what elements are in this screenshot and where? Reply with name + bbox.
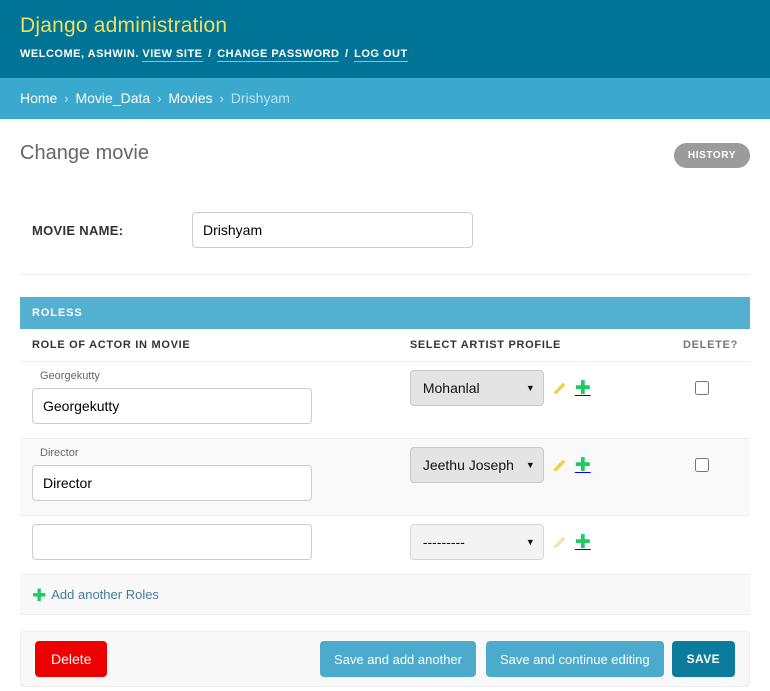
pencil-icon[interactable]: [552, 458, 567, 473]
view-site-link[interactable]: VIEW SITE: [142, 48, 203, 62]
column-header-artist: SELECT ARTIST PROFILE: [397, 329, 647, 362]
log-out-link[interactable]: LOG OUT: [354, 48, 408, 62]
inline-table: ROLE OF ACTOR IN MOVIE SELECT ARTIST PRO…: [20, 329, 750, 575]
plus-icon: ✚: [32, 586, 47, 606]
movie-name-input[interactable]: [192, 212, 473, 248]
delete-checkbox[interactable]: [694, 381, 709, 396]
branding: Django administration: [20, 13, 750, 39]
cell-delete: [646, 361, 750, 439]
delete-checkbox-wrap: [659, 362, 738, 396]
welcome-text: WELCOME,: [20, 48, 85, 60]
artist-controls: Mohanlal ▼ ✚: [409, 370, 635, 406]
delete-button[interactable]: Delete: [35, 641, 108, 677]
column-header-delete: DELETE?: [646, 329, 750, 362]
add-another-roles-label: Add another Roles: [51, 587, 159, 602]
artist-controls: --------- ▼ ✚: [409, 524, 635, 560]
chevron-down-icon: ▼: [525, 460, 535, 470]
cell-delete: [646, 515, 750, 575]
movie-name-label: MOVIE NAME:: [32, 222, 124, 238]
save-and-continue-button[interactable]: Save and continue editing: [485, 641, 664, 677]
artist-select[interactable]: Jeethu Joseph ▼: [409, 447, 544, 483]
link-separator-2: /: [344, 48, 349, 60]
change-password-link[interactable]: CHANGE PASSWORD: [217, 48, 340, 62]
save-button[interactable]: SAVE: [671, 641, 735, 677]
plus-glyph: ✚: [574, 454, 591, 476]
plus-glyph: ✚: [574, 531, 591, 553]
cell-delete: [646, 438, 750, 516]
role-input[interactable]: [32, 524, 312, 560]
plus-glyph: ✚: [574, 377, 591, 399]
table-row: Director Jeethu Joseph ▼: [20, 438, 750, 516]
username-label: ASHWIN: [87, 48, 136, 60]
artist-select[interactable]: Mohanlal ▼: [409, 370, 544, 406]
add-row-container: ✚ Add another Roles: [20, 575, 750, 615]
inline-group-heading: ROLESS: [20, 297, 750, 329]
user-tools: WELCOME, ASHWIN. VIEW SITE / CHANGE PASS…: [20, 47, 750, 62]
inline-table-head: ROLE OF ACTOR IN MOVIE SELECT ARTIST PRO…: [20, 329, 750, 362]
save-and-add-another-button[interactable]: Save and add another: [320, 641, 476, 677]
table-row: --------- ▼ ✚: [20, 515, 750, 575]
artist-controls: Jeethu Joseph ▼ ✚: [409, 447, 635, 483]
delete-checkbox[interactable]: [694, 458, 709, 473]
chevron-down-icon: ▼: [525, 537, 535, 547]
cell-role: Director: [20, 438, 398, 516]
column-header-role: ROLE OF ACTOR IN MOVIE: [20, 329, 398, 362]
artist-select[interactable]: --------- ▼: [409, 524, 544, 560]
username-period: .: [135, 48, 139, 60]
row-spacer: [695, 371, 738, 379]
submit-row: Delete Save and add another Save and con…: [20, 631, 750, 687]
artist-select-value: ---------: [422, 534, 465, 550]
breadcrumb-separator: ›: [64, 91, 69, 106]
cell-artist: Jeethu Joseph ▼ ✚: [397, 438, 647, 516]
cell-artist: Mohanlal ▼ ✚: [397, 361, 647, 439]
row-original-label: Director: [40, 447, 79, 459]
row-spacer: [410, 362, 635, 370]
form-row-movie-name: MOVIE NAME:: [20, 198, 750, 275]
pencil-icon[interactable]: [552, 381, 567, 396]
link-separator-1: /: [208, 48, 212, 60]
content-area: Change movie HISTORY MOVIE NAME: ROLESS …: [0, 119, 770, 687]
breadcrumb-item-movies[interactable]: Movies: [168, 90, 212, 106]
row-spacer: [695, 448, 738, 456]
site-title: Django administration: [20, 14, 228, 37]
inline-table-body: Georgekutty Mohanlal ▼: [20, 361, 750, 575]
role-input[interactable]: [32, 465, 312, 501]
delete-checkbox-wrap: [659, 516, 738, 525]
cell-artist: --------- ▼ ✚: [397, 515, 647, 575]
site-header: Django administration WELCOME, ASHWIN. V…: [0, 0, 770, 78]
breadcrumb-item-current: Drishyam: [230, 90, 290, 106]
artist-select-value: Jeethu Joseph: [422, 457, 514, 473]
row-original-label: Georgekutty: [40, 370, 100, 382]
breadcrumb: Home › Movie_Data › Movies › Drishyam: [0, 78, 770, 119]
delete-checkbox-wrap: [659, 439, 738, 473]
table-row: Georgekutty Mohanlal ▼: [20, 361, 750, 439]
row-spacer: [410, 516, 635, 524]
breadcrumb-item-movie-data[interactable]: Movie_Data: [75, 90, 150, 106]
plus-icon[interactable]: ✚: [574, 531, 591, 553]
page-title: Change movie: [20, 142, 149, 164]
plus-icon[interactable]: ✚: [574, 454, 591, 476]
breadcrumb-separator: ›: [219, 91, 224, 106]
inline-group-roless: ROLESS ROLE OF ACTOR IN MOVIE SELECT ART…: [20, 297, 750, 615]
cell-role: Georgekutty: [20, 361, 398, 439]
history-button[interactable]: HISTORY: [673, 143, 750, 168]
cell-role: [20, 515, 398, 575]
movie-fieldset: MOVIE NAME:: [20, 198, 750, 275]
chevron-down-icon: ▼: [525, 383, 535, 393]
add-another-roles-link[interactable]: ✚ Add another Roles: [32, 587, 159, 605]
artist-select-value: Mohanlal: [422, 380, 480, 396]
role-input[interactable]: [32, 388, 312, 424]
inline-table-header-row: ROLE OF ACTOR IN MOVIE SELECT ARTIST PRO…: [20, 329, 750, 362]
content-title-row: Change movie HISTORY: [20, 141, 750, 168]
row-original-label: [32, 516, 386, 524]
pencil-icon[interactable]: [552, 535, 567, 550]
breadcrumb-separator: ›: [157, 91, 162, 106]
plus-icon[interactable]: ✚: [574, 377, 591, 399]
row-spacer: [410, 439, 635, 447]
breadcrumb-item-home[interactable]: Home: [20, 90, 57, 106]
